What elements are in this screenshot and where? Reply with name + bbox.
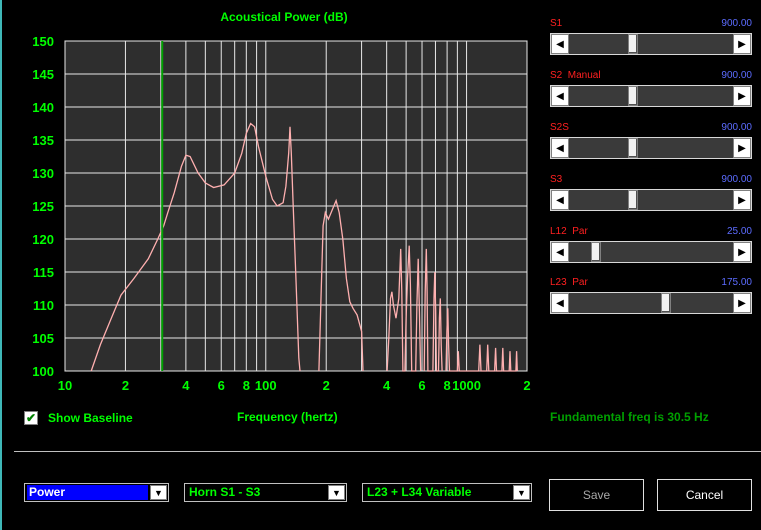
chart-title: Acoustical Power (dB) [220,10,347,24]
x-tick-label: 100 [255,378,277,393]
arrow-left-icon[interactable]: ◀ [551,138,569,158]
x-tick-label: 1000 [452,378,481,393]
slider-label: S2 Manual [550,70,601,81]
x-tick-label: 2 [122,378,129,393]
scrollbar-thumb[interactable] [627,86,638,106]
horn-dropdown[interactable]: Horn S1 - S3 ▼ [184,483,347,502]
slider-label: S1 [550,18,563,29]
config-dropdown-value: L23 + L34 Variable [365,485,511,500]
scrollbar[interactable]: ◀ ▶ [550,189,752,211]
slider-2: S2S 900.00 ◀ ▶ [550,122,752,160]
chevron-down-icon[interactable]: ▼ [513,485,530,500]
y-tick-label: 105 [32,331,54,346]
y-tick-label: 100 [32,364,54,379]
chevron-down-icon[interactable]: ▼ [150,485,167,500]
arrow-right-icon[interactable]: ▶ [733,138,751,158]
divider [14,451,761,452]
scrollbar-thumb[interactable] [627,190,638,210]
y-tick-label: 150 [32,34,54,49]
slider-3: S3 900.00 ◀ ▶ [550,174,752,212]
slider-label: S2S [550,122,569,133]
slider-4: L12 Par 25.00 ◀ ▶ [550,226,752,264]
arrow-left-icon[interactable]: ◀ [551,293,569,313]
x-tick-label: 6 [418,378,425,393]
y-tick-label: 125 [32,199,54,214]
chevron-down-icon[interactable]: ▼ [328,485,345,500]
arrow-left-icon[interactable]: ◀ [551,86,569,106]
slider-value: 900.00 [721,70,752,81]
slider-value: 900.00 [721,122,752,133]
x-axis-label: Frequency (hertz) [237,410,338,424]
y-tick-labels: 100 105 110 115 120 125 130 135 140 145 150 [32,34,54,379]
x-tick-label: 2 [523,378,530,393]
arrow-right-icon[interactable]: ▶ [733,190,751,210]
y-tick-label: 110 [33,298,54,313]
y-tick-label: 135 [32,133,54,148]
slider-1: S2 Manual 900.00 ◀ ▶ [550,70,752,108]
slider-value: 900.00 [721,18,752,29]
x-tick-label: 4 [383,378,391,393]
y-tick-label: 130 [32,166,54,181]
x-tick-label: 10 [58,378,72,393]
scrollbar-thumb[interactable] [661,293,672,313]
save-button[interactable]: Save [549,479,644,511]
x-tick-labels: 10 2 4 6 8 100 2 4 6 8 1000 2 [58,378,531,393]
y-tick-label: 115 [33,265,54,280]
arrow-right-icon[interactable]: ▶ [733,34,751,54]
x-tick-label: 2 [323,378,330,393]
scrollbar-thumb[interactable] [590,242,601,262]
checkbox[interactable]: ✔ [24,411,38,425]
arrow-right-icon[interactable]: ▶ [733,242,751,262]
x-tick-label: 8 [243,378,250,393]
application-window: Acoustical Power (dB) 100 105 110 115 120 125… [0,0,761,530]
scrollbar[interactable]: ◀ ▶ [550,85,752,107]
slider-0: S1 900.00 ◀ ▶ [550,18,752,56]
arrow-right-icon[interactable]: ▶ [733,86,751,106]
y-tick-label: 140 [32,100,54,115]
slider-label: S3 [550,174,563,185]
arrow-left-icon[interactable]: ◀ [551,190,569,210]
arrow-left-icon[interactable]: ◀ [551,242,569,262]
slider-5: L23 Par 175.00 ◀ ▶ [550,277,752,315]
horn-dropdown-value: Horn S1 - S3 [187,485,326,500]
slider-value: 900.00 [721,174,752,185]
scrollbar[interactable]: ◀ ▶ [550,33,752,55]
fundamental-frequency-text: Fundamental freq is 30.5 Hz [550,410,709,424]
scrollbar-thumb[interactable] [627,34,638,54]
scrollbar-thumb[interactable] [627,138,638,158]
arrow-right-icon[interactable]: ▶ [733,293,751,313]
x-tick-label: 4 [182,378,190,393]
config-dropdown[interactable]: L23 + L34 Variable ▼ [362,483,532,502]
scrollbar[interactable]: ◀ ▶ [550,292,752,314]
cancel-button[interactable]: Cancel [657,479,752,511]
slider-value: 175.00 [721,277,752,288]
view-dropdown[interactable]: Power ▼ [24,483,169,502]
slider-value: 25.00 [726,226,752,237]
slider-label: L12 Par [550,226,588,237]
x-tick-label: 6 [218,378,225,393]
scrollbar[interactable]: ◀ ▶ [550,137,752,159]
view-dropdown-value: Power [27,485,148,500]
slider-label: L23 Par [550,277,588,288]
show-baseline-label[interactable]: Show Baseline [48,411,133,425]
y-tick-label: 120 [32,232,54,247]
scrollbar[interactable]: ◀ ▶ [550,241,752,263]
x-tick-label: 8 [443,378,450,393]
y-tick-label: 145 [32,67,54,82]
arrow-left-icon[interactable]: ◀ [551,34,569,54]
power-chart: Acoustical Power (dB) 100 105 110 115 120 125… [32,10,531,393]
show-baseline-control[interactable]: ✔ Show Baseline [24,411,133,425]
